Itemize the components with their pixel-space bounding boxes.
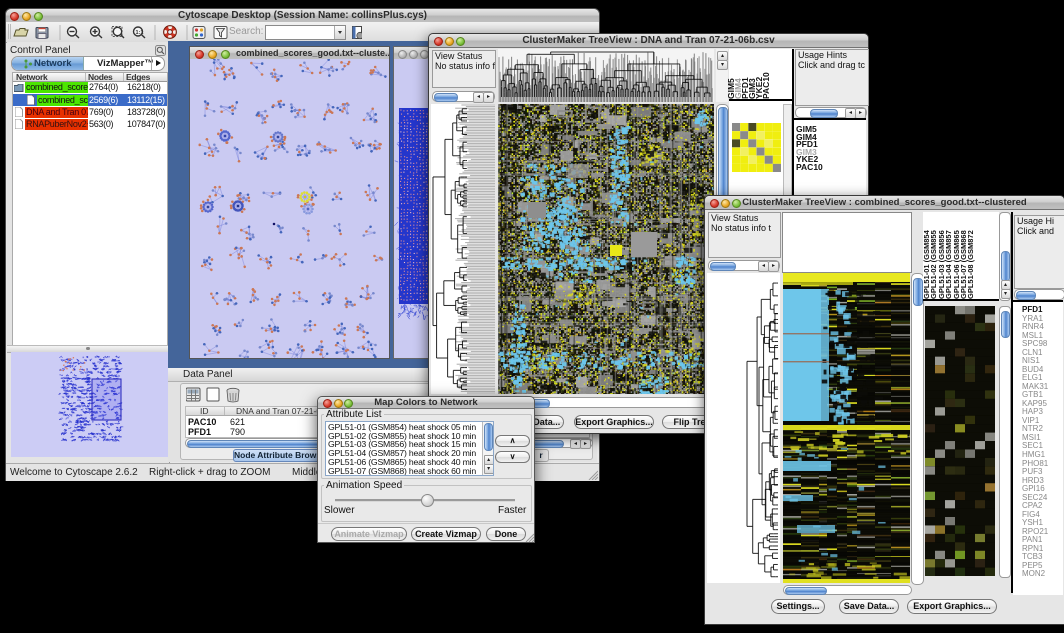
- svg-text:1:1: 1:1: [136, 30, 144, 36]
